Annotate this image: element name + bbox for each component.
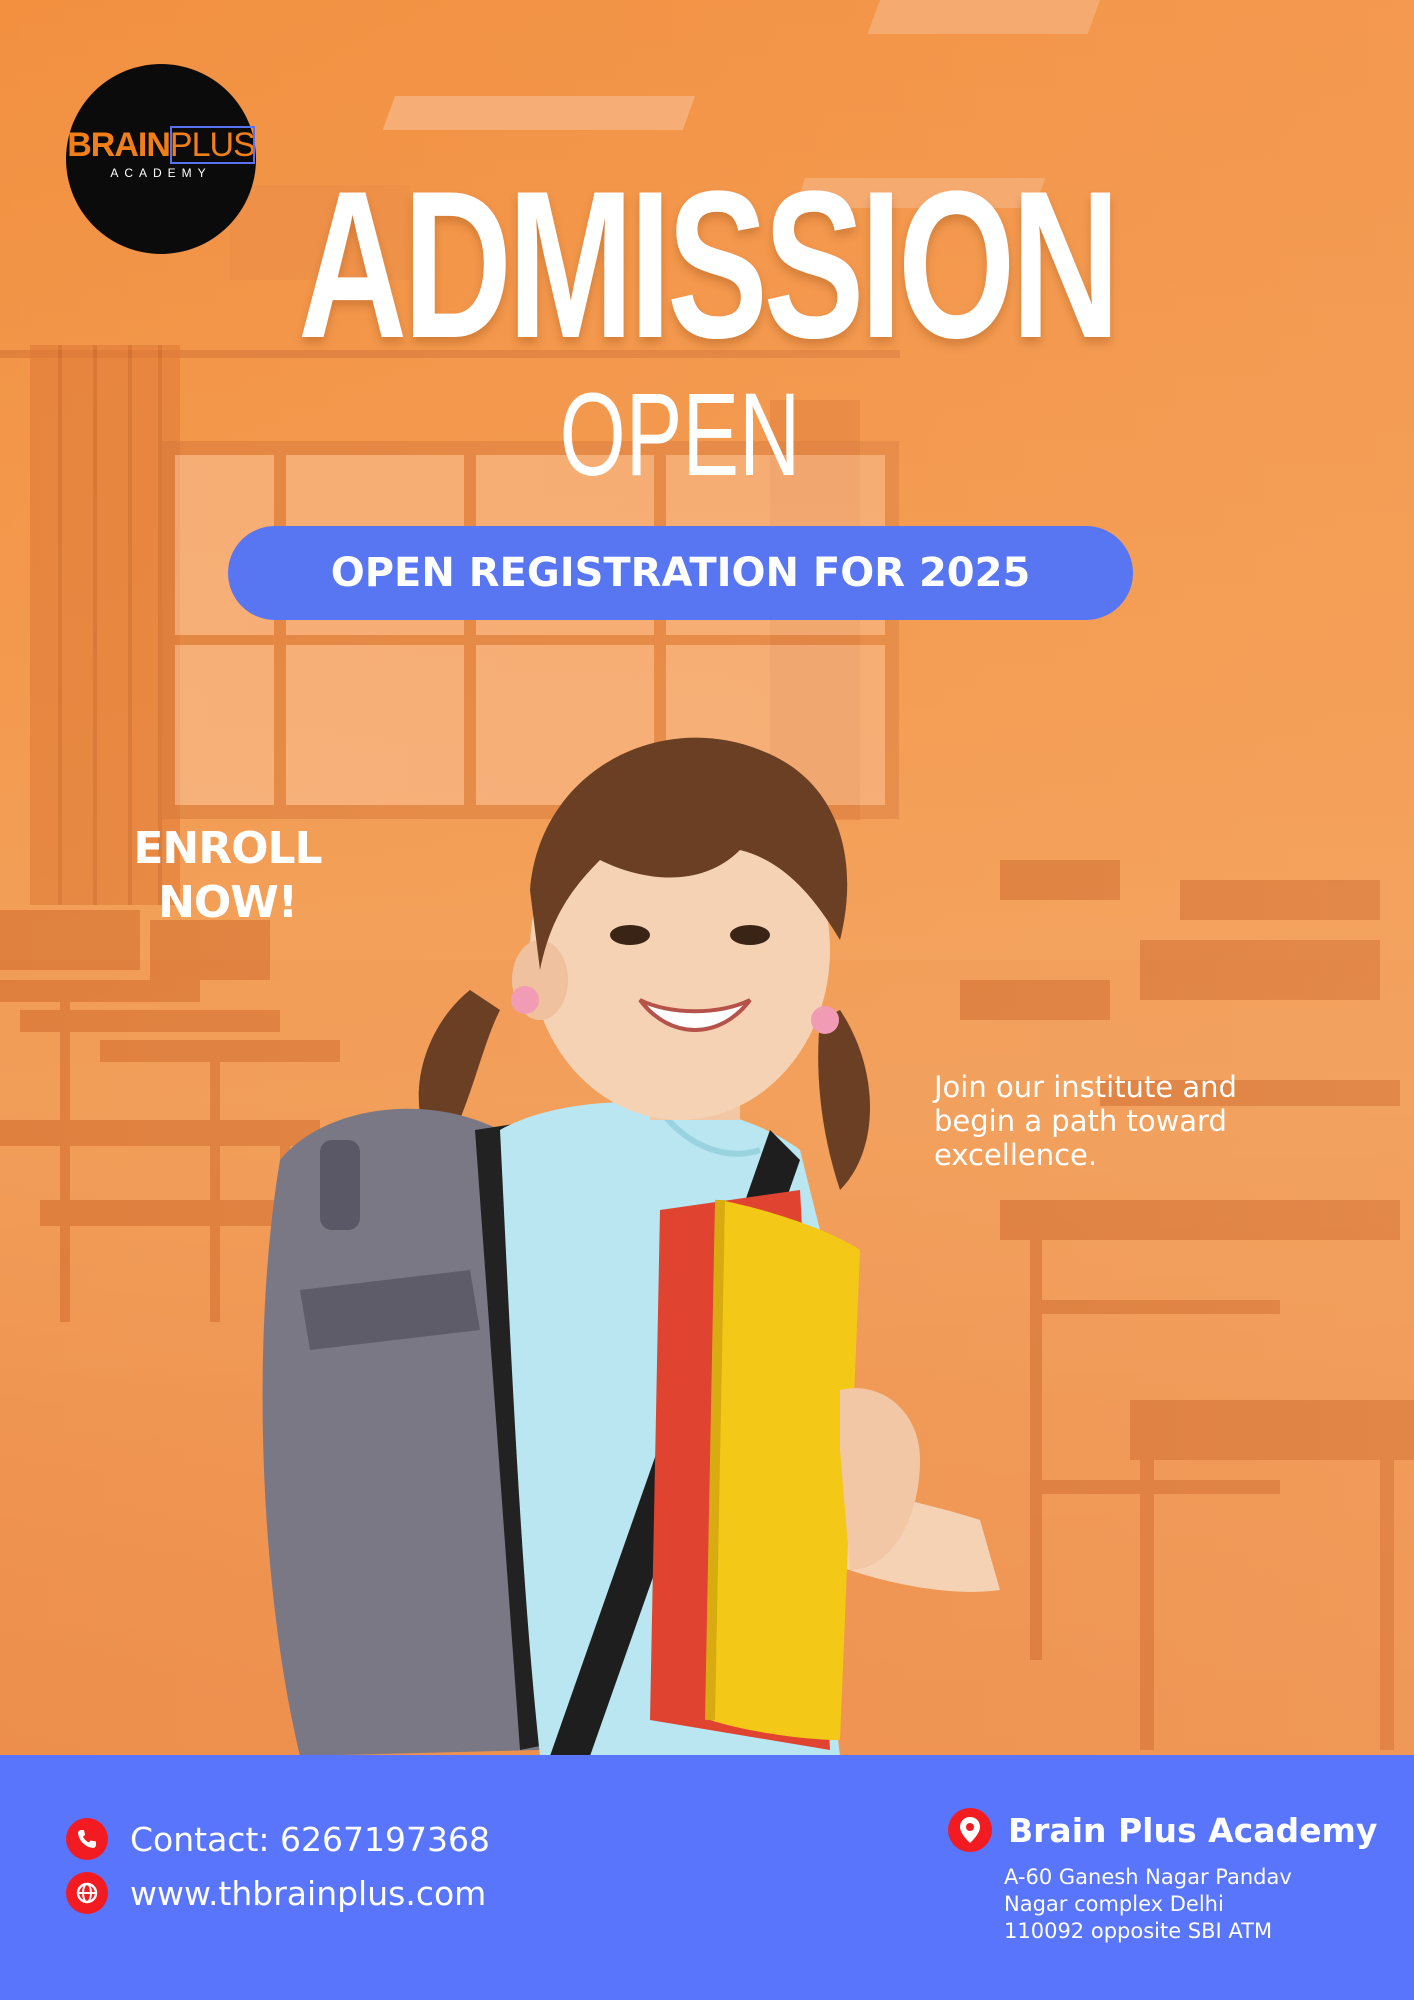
subheadline: OPEN — [559, 369, 801, 501]
address-title: Brain Plus Academy — [1008, 1810, 1378, 1850]
logo-word-brain: BRAIN — [67, 126, 171, 164]
address-header: Brain Plus Academy — [948, 1808, 1377, 1852]
globe-icon — [66, 1872, 108, 1914]
admission-poster: BRAINPLUS ACADEMY ADMISSION OPEN OPEN RE… — [0, 0, 1414, 2000]
phone-icon — [66, 1818, 108, 1860]
student-girl-illustration — [262, 737, 1000, 1756]
contact-phone-text: Contact: 6267197368 — [130, 1819, 490, 1859]
address-lines: A-60 Ganesh Nagar Pandav Nagar complex D… — [1004, 1864, 1292, 1945]
contact-phone-row[interactable]: Contact: 6267197368 — [66, 1818, 490, 1860]
contact-website-link[interactable]: www.thbrainplus.com — [130, 1874, 486, 1913]
location-pin-icon — [948, 1808, 992, 1852]
headline: ADMISSION — [298, 147, 1120, 382]
address-line-3: 110092 opposite SBI ATM — [1004, 1919, 1273, 1943]
contact-website-row[interactable]: www.thbrainplus.com — [66, 1872, 486, 1914]
address-line-1: A-60 Ganesh Nagar Pandav — [1004, 1865, 1292, 1889]
address-line-2: Nagar complex Delhi — [1004, 1892, 1224, 1916]
registration-banner[interactable]: OPEN REGISTRATION FOR 2025 — [228, 526, 1133, 620]
